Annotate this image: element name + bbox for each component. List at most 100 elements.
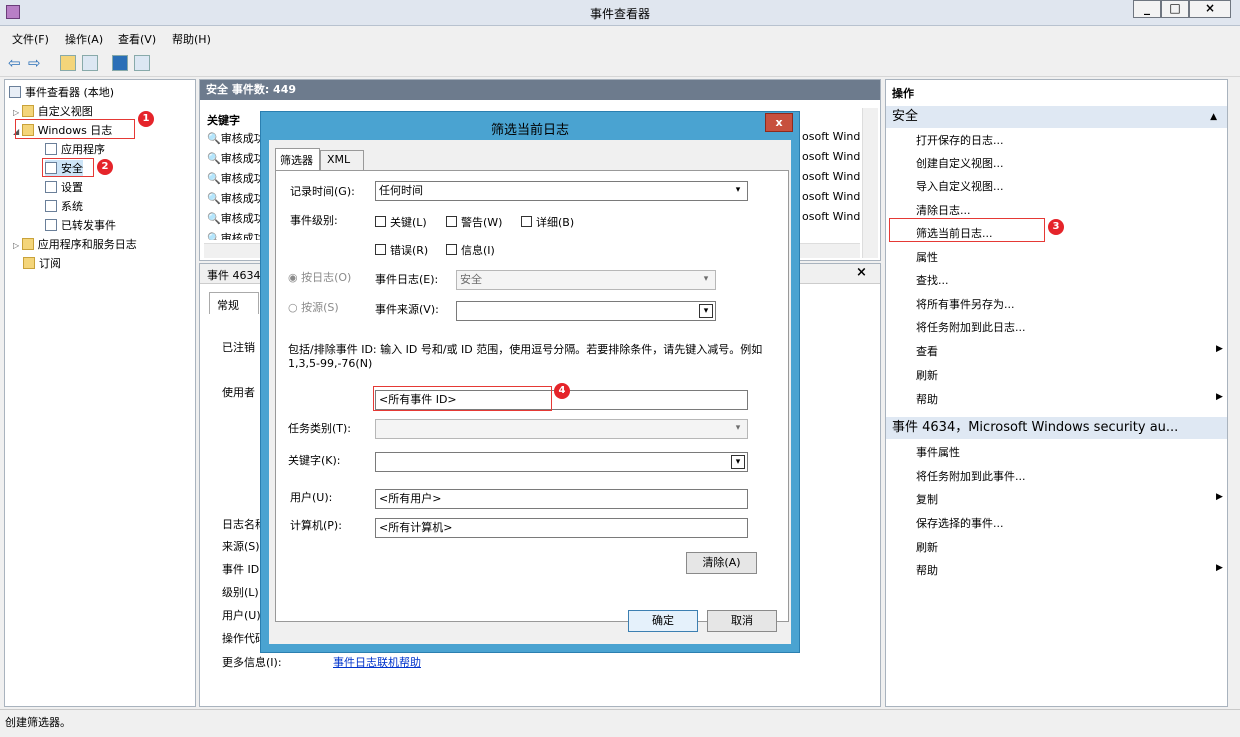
keywords-select[interactable]: ▾ — [375, 452, 748, 472]
event-sources-select[interactable]: ▾ — [456, 301, 716, 321]
tree-root[interactable]: 事件查看器 (本地) — [9, 84, 114, 100]
action-save-selected[interactable]: 保存选择的事件... — [916, 515, 1004, 531]
key-icon: 🔍 — [207, 192, 221, 205]
title-bar: 事件查看器 _ □ × — [0, 0, 1240, 26]
key-icon: 🔍 — [207, 232, 221, 240]
toolbar: ⇦ ⇨ — [0, 49, 1240, 77]
close-button[interactable]: × — [1189, 0, 1231, 18]
ok-button[interactable]: 确定 — [628, 610, 698, 632]
chevron-down-icon: ▾ — [731, 455, 745, 469]
more-info-label: 更多信息(I): — [222, 656, 282, 669]
action-help-2[interactable]: 帮助 — [916, 562, 938, 578]
back-icon[interactable]: ⇦ — [8, 54, 21, 72]
action-clear-log[interactable]: 清除日志... — [916, 202, 971, 218]
action-import-custom-view[interactable]: 导入自定义视图... — [916, 178, 1004, 194]
action-create-custom-view[interactable]: 创建自定义视图... — [916, 155, 1004, 171]
highlight-box-1 — [15, 119, 135, 139]
menu-help[interactable]: 帮助(H) — [172, 31, 211, 47]
action-save-all-events[interactable]: 将所有事件另存为... — [916, 296, 1015, 312]
list-item[interactable]: 🔍审核成功 — [207, 210, 265, 226]
submenu-arrow-icon: ▶ — [1216, 344, 1223, 354]
action-event-properties[interactable]: 事件属性 — [916, 444, 960, 460]
checkbox-icon — [446, 216, 457, 227]
tab-general[interactable]: 常规 — [209, 292, 259, 314]
cancel-button[interactable]: 取消 — [707, 610, 777, 632]
list-item[interactable]: 🔍审核成功 — [207, 170, 265, 186]
key-icon: 🔍 — [207, 172, 221, 185]
logged-select[interactable]: 任何时间 ▾ — [375, 181, 748, 201]
action-help[interactable]: 帮助 — [916, 391, 938, 407]
column-keyword[interactable]: 关键字 — [207, 112, 240, 128]
task-category-select[interactable]: ▾ — [375, 419, 748, 439]
checkbox-verbose[interactable]: 详细(B) — [521, 214, 574, 230]
computer-input[interactable]: <所有计算机> — [375, 518, 748, 538]
log-icon — [45, 200, 57, 212]
tree-system[interactable]: 系统 — [45, 198, 83, 214]
tree-application[interactable]: 应用程序 — [45, 141, 105, 157]
expand-icon[interactable]: ▷ — [13, 108, 22, 117]
tab-xml[interactable]: XML — [320, 150, 364, 170]
list-item[interactable]: 🔍审核成功 — [207, 190, 265, 206]
actions-title: 操作 — [892, 87, 914, 100]
clear-button[interactable]: 清除(A) — [686, 552, 757, 574]
collapse-icon[interactable]: ▲ — [1210, 106, 1217, 128]
checkbox-info[interactable]: 信息(I) — [446, 242, 495, 258]
checkbox-critical[interactable]: 关键(L) — [375, 214, 427, 230]
radio-icon: ○ — [288, 301, 302, 314]
checkbox-error[interactable]: 错误(R) — [375, 242, 428, 258]
radio-by-source[interactable]: ○ 按源(S) — [288, 299, 339, 315]
show-tree-icon[interactable] — [82, 55, 98, 71]
more-info-link[interactable]: 事件日志联机帮助 — [333, 654, 421, 670]
actions-section-event[interactable]: 事件 4634，Microsoft Windows security au... — [886, 417, 1227, 439]
task-category-label: 任务类别(T): — [288, 422, 352, 435]
menu-action[interactable]: 操作(A) — [65, 31, 103, 47]
list-item[interactable]: 🔍审核成功 — [207, 150, 265, 166]
tree-app-services[interactable]: ▷ 应用程序和服务日志 — [13, 236, 137, 252]
radio-by-log[interactable]: ◉ 按日志(O) — [288, 269, 351, 285]
action-open-saved-log[interactable]: 打开保存的日志... — [916, 132, 1004, 148]
tab-filter[interactable]: 筛选器 — [275, 148, 320, 170]
menu-file[interactable]: 文件(F) — [12, 31, 49, 47]
action-refresh-2[interactable]: 刷新 — [916, 539, 938, 555]
tree-subscriptions[interactable]: 订阅 — [23, 255, 61, 271]
dialog-title: 筛选当前日志 — [490, 123, 569, 138]
dialog-body: 筛选器 XML 记录时间(G): 任何时间 ▾ 事件级别: 关键(L) 警告(W)… — [269, 140, 791, 644]
log-icon — [45, 219, 57, 231]
list-vscrollbar[interactable] — [862, 108, 878, 258]
minimize-button[interactable]: _ — [1133, 0, 1161, 18]
action-properties[interactable]: 属性 — [916, 249, 938, 265]
action-find[interactable]: 查找... — [916, 272, 949, 288]
tree-custom-views[interactable]: ▷ 自定义视图 — [13, 103, 93, 119]
field-label: 级别(L) — [222, 586, 259, 599]
tree-forwarded[interactable]: 已转发事件 — [45, 217, 116, 233]
action-attach-task-log[interactable]: 将任务附加到此日志... — [916, 319, 1026, 335]
forward-icon[interactable]: ⇨ — [28, 54, 41, 72]
user-input[interactable]: <所有用户> — [375, 489, 748, 509]
checkbox-warning[interactable]: 警告(W) — [446, 214, 502, 230]
help-icon[interactable] — [112, 55, 128, 71]
actions-section-security[interactable]: 安全 ▲ — [886, 106, 1227, 128]
event-sources-label: 事件来源(V): — [375, 303, 439, 316]
highlight-box-4 — [373, 386, 552, 411]
expand-icon[interactable]: ▷ — [13, 241, 22, 250]
action-view[interactable]: 查看 — [916, 343, 938, 359]
dialog-close-button[interactable]: x — [765, 113, 793, 132]
action-attach-task-event[interactable]: 将任务附加到此事件... — [916, 468, 1026, 484]
folder-icon — [21, 105, 34, 117]
tree-setup[interactable]: 设置 — [45, 179, 83, 195]
status-text: 创建筛选器。 — [5, 716, 71, 729]
show-action-pane-icon[interactable] — [134, 55, 150, 71]
user-label: 用户(U): — [290, 491, 333, 504]
folder-icon — [21, 238, 34, 250]
list-item[interactable]: 🔍审核成功 — [207, 230, 265, 240]
action-copy[interactable]: 复制 — [916, 491, 938, 507]
annotation-badge-1: 1 — [138, 111, 154, 127]
list-item[interactable]: 🔍审核成功 — [207, 130, 265, 146]
action-refresh[interactable]: 刷新 — [916, 367, 938, 383]
field-label: 来源(S) — [222, 540, 260, 553]
event-logs-select[interactable]: 安全 ▾ — [456, 270, 716, 290]
menu-view[interactable]: 查看(V) — [118, 31, 156, 47]
close-icon[interactable]: × — [856, 265, 867, 280]
up-folder-icon[interactable] — [60, 55, 76, 71]
maximize-button[interactable]: □ — [1161, 0, 1189, 18]
